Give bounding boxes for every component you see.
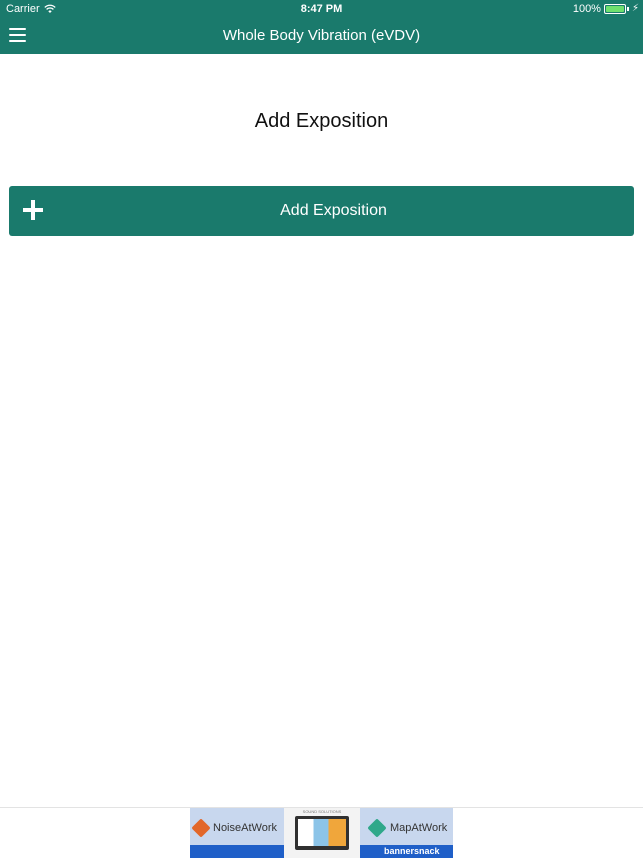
- header: Carrier 8:47 PM 100% ⚡ Whole Body Vibrat…: [0, 0, 643, 54]
- ad-panel-mapatwork: MapAtWork bannersnack: [360, 808, 453, 858]
- mapatwork-logo-icon: [367, 818, 387, 838]
- noiseatwork-logo-icon: [191, 818, 211, 838]
- app-screen: Carrier 8:47 PM 100% ⚡ Whole Body Vibrat…: [0, 0, 643, 858]
- nav-bar: Whole Body Vibration (eVDV): [0, 18, 643, 54]
- bannersnack-brand: bannersnack: [384, 846, 440, 856]
- battery-percentage: 100%: [572, 3, 601, 15]
- battery-indicator: 100% ⚡: [573, 0, 639, 18]
- nav-title: Whole Body Vibration (eVDV): [222, 27, 421, 44]
- monitor-icon: [295, 816, 349, 850]
- ad-right-text: MapAtWork: [390, 822, 448, 834]
- ad-left-text: NoiseAtWork: [213, 822, 277, 834]
- battery-icon: [603, 4, 626, 14]
- add-exposition-label: Add Exposition: [280, 202, 387, 219]
- status-bar: Carrier 8:47 PM 100% ⚡: [0, 0, 643, 18]
- add-exposition-button[interactable]: Add Exposition: [9, 186, 634, 236]
- ad-panel-screenshot: SOUND SOLUTIONS: [284, 808, 360, 858]
- battery-cap: [626, 7, 629, 11]
- ad-panel-noiseatwork: NoiseAtWork: [190, 808, 284, 858]
- ad-mid-header: SOUND SOLUTIONS: [302, 809, 342, 814]
- battery-level: [605, 6, 624, 12]
- clock: 8:47 PM: [300, 3, 343, 15]
- monitor-screen: [298, 819, 346, 846]
- bolt-icon: ⚡: [631, 3, 639, 14]
- ad-banner[interactable]: NoiseAtWork SOUND SOLUTIONS MapAtWork ba…: [190, 808, 453, 858]
- page-heading: Add Exposition: [254, 110, 389, 132]
